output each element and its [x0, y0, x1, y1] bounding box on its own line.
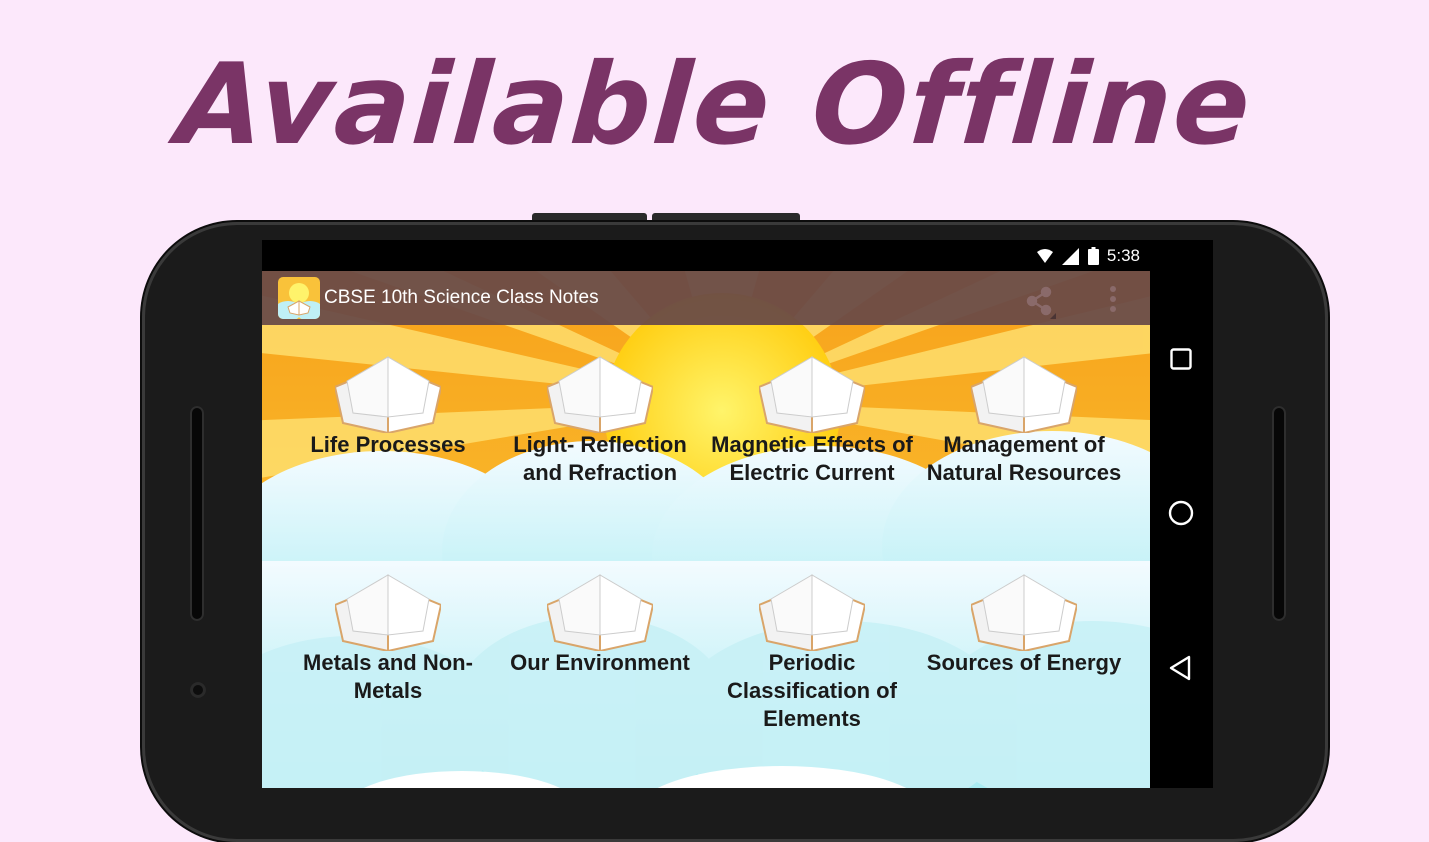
home-button[interactable] [1160, 492, 1202, 534]
phone-volume-button [652, 213, 800, 221]
book-icon [759, 574, 865, 651]
navigation-bar [1150, 271, 1213, 788]
chapter-label: Life Processes [310, 432, 466, 457]
chapter-tile[interactable]: Management of Natural Resources [918, 351, 1130, 491]
chapter-grid: Life Processes Light- Reflection and Ref… [262, 271, 1150, 788]
chapter-label: Management of Natural Resources [926, 432, 1122, 485]
more-vert-icon [1110, 286, 1116, 312]
book-icon [547, 356, 653, 433]
left-speaker [190, 406, 204, 621]
chapter-label: Metals and Non-Metals [303, 650, 473, 703]
book-icon [971, 574, 1077, 651]
book-icon [971, 356, 1077, 433]
status-bar: 5:38 [262, 240, 1213, 271]
phone-screen: 5:38 Life Processes Light- Reflection an… [262, 240, 1213, 788]
overflow-menu-button[interactable] [1100, 283, 1126, 315]
chapter-label: Light- Reflection and Refraction [513, 432, 687, 485]
app-title: CBSE 10th Science Class Notes [324, 287, 599, 308]
chapter-label: Sources of Energy [926, 650, 1122, 675]
battery-icon [1087, 247, 1099, 265]
chapter-tile[interactable]: Sources of Energy [918, 569, 1130, 739]
book-icon [335, 574, 441, 651]
chapter-tile[interactable]: Metals and Non-Metals [282, 569, 494, 739]
phone-power-button [532, 213, 647, 221]
book-icon [759, 356, 865, 433]
status-time: 5:38 [1106, 246, 1140, 265]
chapter-tile[interactable]: Our Environment [494, 569, 706, 739]
back-icon [1169, 655, 1191, 681]
right-speaker [1272, 406, 1286, 621]
book-icon [335, 356, 441, 433]
back-button[interactable] [1160, 647, 1202, 689]
wifi-icon [1036, 249, 1053, 263]
book-icon [547, 574, 653, 651]
app-bar: CBSE 10th Science Class Notes [262, 271, 1150, 325]
headline: Available Offline [172, 40, 1257, 170]
chapter-tile[interactable]: Periodic Classification of Elements [706, 569, 918, 739]
share-icon [1026, 286, 1056, 319]
app-logo[interactable] [278, 277, 320, 319]
chapter-tile[interactable]: Life Processes [282, 351, 494, 491]
chapter-tile[interactable]: Light- Reflection and Refraction [494, 351, 706, 491]
chapter-label: Our Environment [510, 650, 690, 675]
chapter-tile[interactable]: Magnetic Effects of Electric Current [706, 351, 918, 491]
chapter-label: Magnetic Effects of Electric Current [711, 432, 913, 485]
app-content: Life Processes Light- Reflection and Ref… [262, 271, 1150, 788]
app-logo-image [278, 277, 320, 319]
signal-icon [1061, 247, 1079, 265]
recents-button[interactable] [1160, 338, 1202, 380]
home-icon [1168, 500, 1194, 526]
front-camera [190, 682, 206, 698]
share-button[interactable] [1020, 281, 1060, 321]
recents-icon [1170, 348, 1192, 370]
chapter-label: Periodic Classification of Elements [727, 650, 897, 731]
